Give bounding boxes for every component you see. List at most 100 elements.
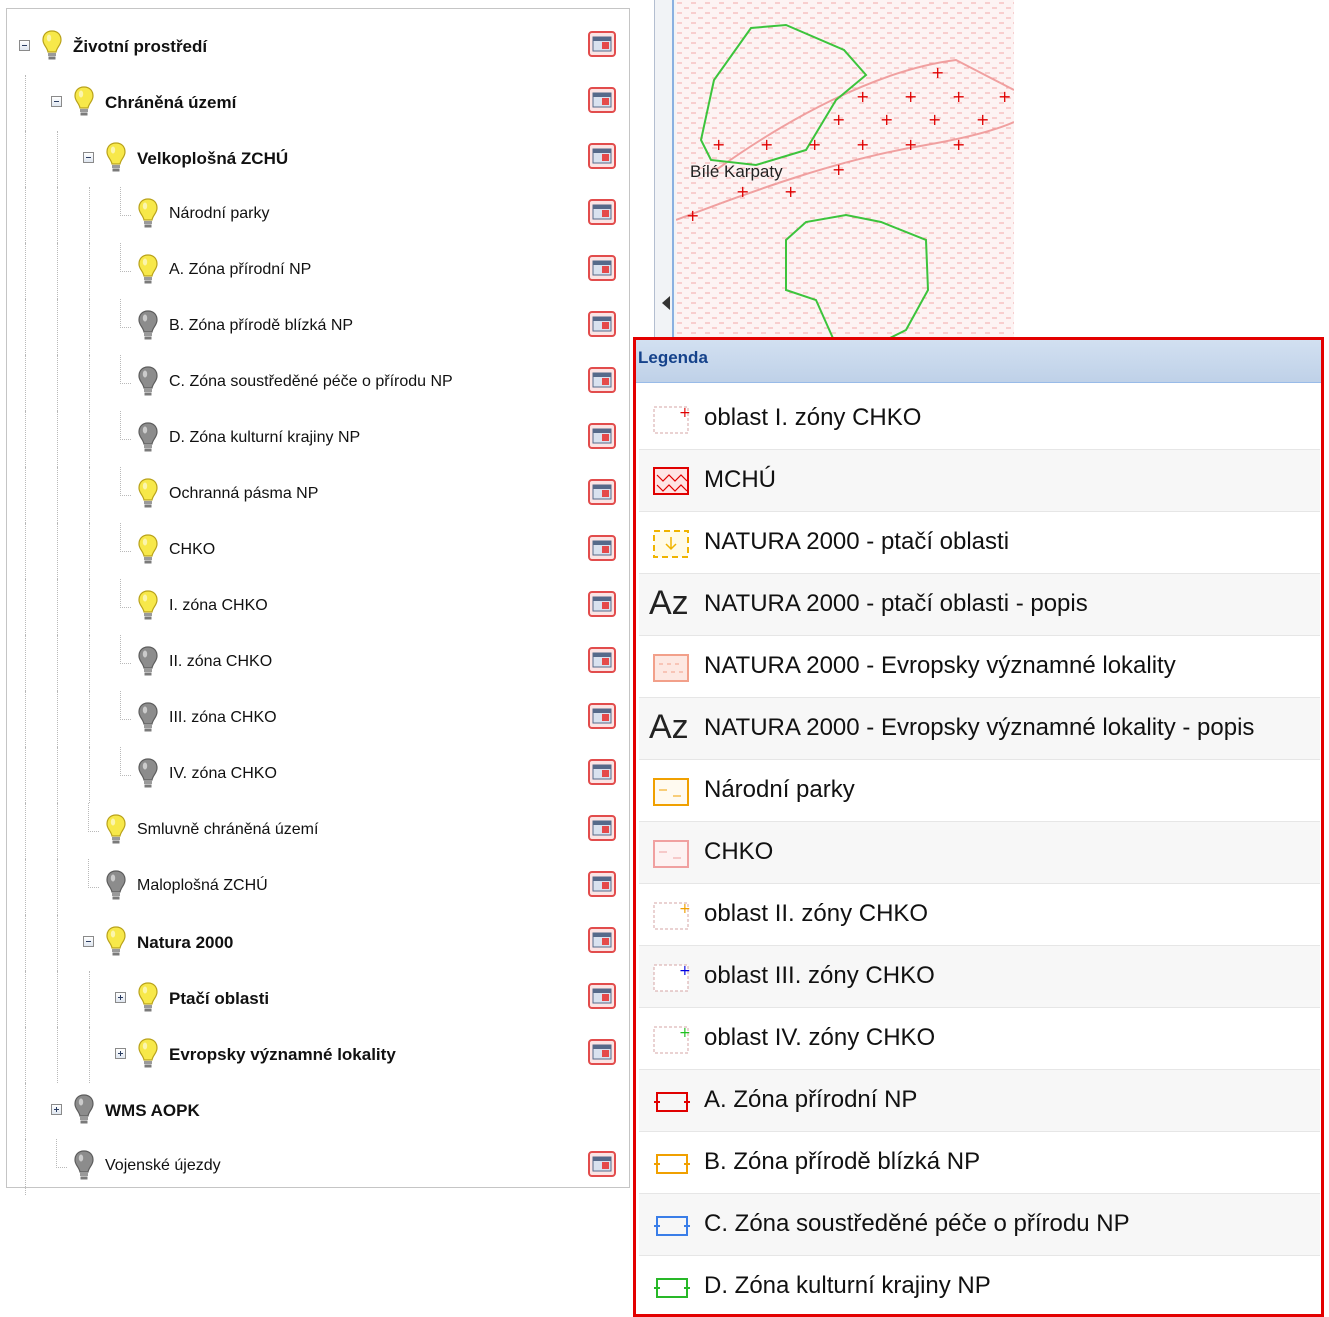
collapse-icon[interactable] <box>19 40 30 51</box>
lightbulb-on-icon[interactable] <box>137 253 159 287</box>
lightbulb-off-icon[interactable] <box>105 869 127 903</box>
lightbulb-on-icon[interactable] <box>105 925 127 959</box>
layer-legend-icon[interactable] <box>588 535 616 561</box>
tree-node[interactable]: II. zóna CHKO <box>7 635 629 691</box>
svg-text:+: + <box>904 135 917 154</box>
layer-legend-icon[interactable] <box>588 927 616 953</box>
layer-legend-icon[interactable] <box>588 871 616 897</box>
tree-node-label: Ochranná pásma NP <box>169 485 319 502</box>
tree-node[interactable]: Smluvně chráněná území <box>7 803 629 859</box>
layer-legend-icon[interactable] <box>588 591 616 617</box>
tree-elbow-line <box>120 691 131 720</box>
tree-node[interactable]: Ochranná pásma NP <box>7 467 629 523</box>
lightbulb-on-icon[interactable] <box>137 197 159 231</box>
tree-guide-line <box>57 467 58 523</box>
lightbulb-off-icon[interactable] <box>137 757 159 791</box>
tree-guide-line <box>25 1083 26 1139</box>
legend-item: Az NATURA 2000 - Evropsky významné lokali… <box>639 698 1320 760</box>
legend-header: Legenda <box>636 340 1321 383</box>
tree-guide-line <box>89 411 90 467</box>
lightbulb-off-icon[interactable] <box>137 701 159 735</box>
layer-legend-icon[interactable] <box>588 143 616 169</box>
lightbulb-off-icon[interactable] <box>73 1093 95 1127</box>
tree-node[interactable]: IV. zóna CHKO <box>7 747 629 803</box>
tree-node-label: B. Zóna přírodě blízká NP <box>169 317 354 334</box>
expand-icon[interactable] <box>115 1048 126 1059</box>
splitter-line <box>672 0 674 345</box>
svg-text:+: + <box>832 160 845 179</box>
legend-item-label: A. Zóna přírodní NP <box>704 1086 918 1113</box>
layer-legend-icon[interactable] <box>588 815 616 841</box>
tree-node[interactable]: D. Zóna kulturní krajiny NP <box>7 411 629 467</box>
map-place-label: Bílé Karpaty <box>690 162 783 181</box>
lightbulb-on-icon[interactable] <box>105 141 127 175</box>
lightbulb-off-icon[interactable] <box>137 645 159 679</box>
layer-legend-icon[interactable] <box>588 367 616 393</box>
layer-legend-icon[interactable] <box>588 87 616 113</box>
tree-guide-line <box>57 747 58 803</box>
tree-node[interactable]: Životní prostředí <box>7 19 629 75</box>
lightbulb-off-icon[interactable] <box>137 365 159 399</box>
tree-guide-line <box>57 131 58 187</box>
lightbulb-on-icon[interactable] <box>73 85 95 119</box>
layer-legend-icon[interactable] <box>588 423 616 449</box>
legend-item-label: NATURA 2000 - Evropsky významné lokality <box>704 652 1176 679</box>
lightbulb-on-icon[interactable] <box>137 477 159 511</box>
layer-legend-icon[interactable] <box>588 31 616 57</box>
layer-legend-icon[interactable] <box>588 647 616 673</box>
layer-legend-icon[interactable] <box>588 199 616 225</box>
tree-node[interactable]: WMS AOPK <box>7 1083 629 1139</box>
layer-legend-icon[interactable] <box>588 311 616 337</box>
tree-node[interactable]: A. Zóna přírodní NP <box>7 243 629 299</box>
tree-node[interactable]: Natura 2000 <box>7 915 629 971</box>
tree-node[interactable]: Vojenské újezdy <box>7 1139 629 1195</box>
collapse-icon[interactable] <box>83 936 94 947</box>
lightbulb-off-icon[interactable] <box>137 309 159 343</box>
tree-guide-line <box>89 747 90 803</box>
np-zone-red-icon <box>653 1085 693 1117</box>
legend-item: NATURA 2000 - ptačí oblasti <box>639 512 1320 574</box>
layer-legend-icon[interactable] <box>588 1151 616 1177</box>
tree-node-label: II. zóna CHKO <box>169 653 273 670</box>
layer-legend-icon[interactable] <box>588 479 616 505</box>
legend-item: MCHÚ <box>639 450 1320 512</box>
tree-node[interactable]: Velkoplošná ZCHÚ <box>7 131 629 187</box>
tree-node[interactable]: B. Zóna přírodě blízká NP <box>7 299 629 355</box>
tree-node[interactable]: Ptačí oblasti <box>7 971 629 1027</box>
tree-node[interactable]: III. zóna CHKO <box>7 691 629 747</box>
tree-node[interactable]: Evropsky významné lokality <box>7 1027 629 1083</box>
layer-legend-icon[interactable] <box>588 703 616 729</box>
lightbulb-off-icon[interactable] <box>137 421 159 455</box>
tree-guide-line <box>57 915 58 971</box>
expand-icon[interactable] <box>51 1104 62 1115</box>
collapse-icon[interactable] <box>83 152 94 163</box>
lightbulb-on-icon[interactable] <box>41 29 63 63</box>
lightbulb-on-icon[interactable] <box>105 813 127 847</box>
tree-node[interactable]: I. zóna CHKO <box>7 579 629 635</box>
lightbulb-on-icon[interactable] <box>137 589 159 623</box>
legend-item-label: NATURA 2000 - ptačí oblasti <box>704 528 1010 555</box>
tree-node[interactable]: CHKO <box>7 523 629 579</box>
tree-guide-line <box>89 635 90 691</box>
expand-icon[interactable] <box>115 992 126 1003</box>
tree-node-label: A. Zóna přírodní NP <box>169 261 312 278</box>
map-panel[interactable]: + + + + + + + + + + + + + + + + + + + Bí… <box>632 0 1014 345</box>
layer-legend-icon[interactable] <box>588 1039 616 1065</box>
tree-node[interactable]: Maloplošná ZCHÚ <box>7 859 629 915</box>
lightbulb-off-icon[interactable] <box>73 1149 95 1183</box>
zone-green-icon: + <box>653 1023 693 1055</box>
svg-text:+: + <box>679 1025 691 1041</box>
tree-node[interactable]: Chráněná území <box>7 75 629 131</box>
tree-node[interactable]: C. Zóna soustředěné péče o přírodu NP <box>7 355 629 411</box>
collapse-arrow-icon[interactable] <box>662 296 670 310</box>
lightbulb-on-icon[interactable] <box>137 981 159 1015</box>
layer-legend-icon[interactable] <box>588 759 616 785</box>
layer-legend-icon[interactable] <box>588 255 616 281</box>
tree-node[interactable]: Národní parky <box>7 187 629 243</box>
tree-elbow-line <box>120 635 131 664</box>
lightbulb-on-icon[interactable] <box>137 1037 159 1071</box>
layer-legend-icon[interactable] <box>588 983 616 1009</box>
collapse-icon[interactable] <box>51 96 62 107</box>
tree-guide-line <box>57 243 58 299</box>
lightbulb-on-icon[interactable] <box>137 533 159 567</box>
